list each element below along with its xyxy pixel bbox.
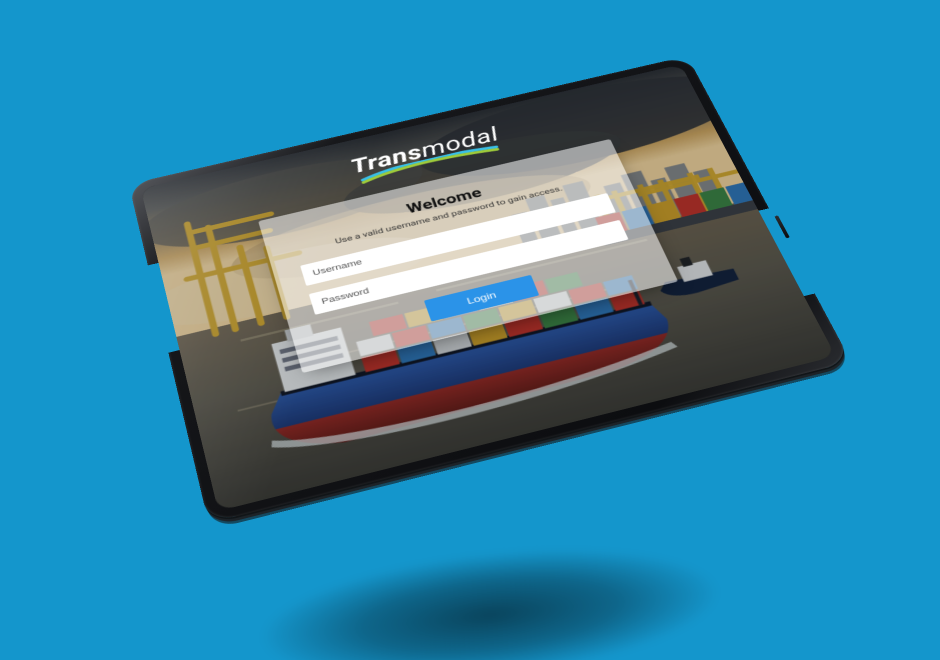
login-ui: Transmodal Welcome Use a valid username …: [141, 64, 836, 511]
login-button[interactable]: Login: [424, 275, 539, 322]
login-card: Welcome Use a valid username and passwor…: [258, 139, 678, 373]
tablet-frame: Transmodal Welcome Use a valid username …: [129, 56, 852, 523]
tablet-shadow: [163, 497, 817, 660]
tablet-screen: Transmodal Welcome Use a valid username …: [141, 64, 836, 511]
